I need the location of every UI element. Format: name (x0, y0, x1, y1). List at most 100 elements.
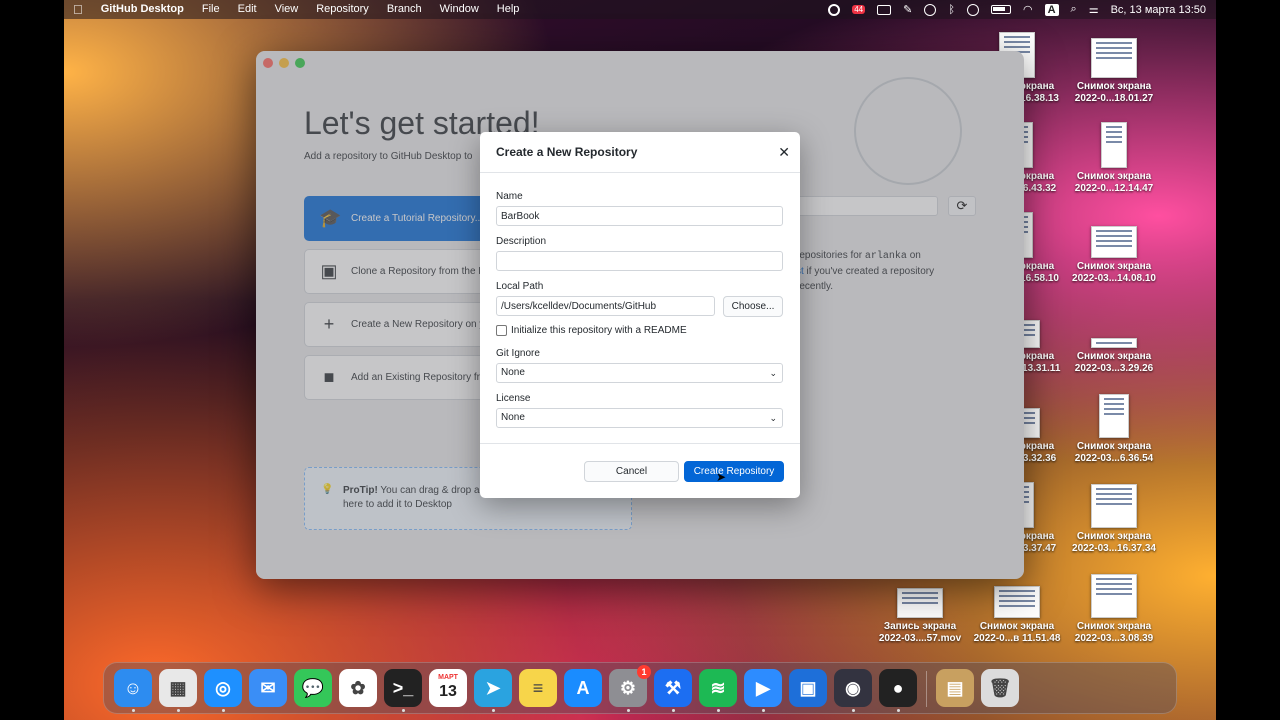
screenshot-thumbnail-icon (994, 586, 1040, 618)
running-indicator (897, 709, 900, 712)
photos-icon[interactable]: ✿ (339, 669, 377, 707)
running-indicator (132, 709, 135, 712)
running-indicator (627, 709, 630, 712)
gitignore-value: None (501, 367, 525, 378)
record-icon[interactable] (828, 3, 841, 16)
calendar-month: МАРТ (438, 674, 458, 681)
cancel-button[interactable]: Cancel (584, 461, 679, 482)
menu-repository[interactable]: Repository (307, 0, 378, 19)
gitignore-select[interactable]: None ⌄ (496, 363, 783, 383)
menu-file[interactable]: File (193, 0, 229, 19)
close-icon[interactable]: ✕ (778, 144, 790, 161)
mouse-cursor-icon: ➤ (716, 470, 727, 484)
badge-app-icon[interactable]: 44 (852, 5, 866, 14)
menu-branch[interactable]: Branch (378, 0, 431, 19)
name-input[interactable] (496, 206, 783, 226)
wifi-icon[interactable]: ◠ (1023, 3, 1033, 16)
running-indicator (762, 709, 765, 712)
chevron-down-icon: ⌄ (769, 368, 777, 378)
desktop-file-name: Снимок экрана (1076, 351, 1152, 362)
xcode-icon[interactable]: ⚒ (654, 669, 692, 707)
running-indicator (492, 709, 495, 712)
readme-checkbox[interactable] (496, 325, 507, 336)
trash-icon[interactable]: 🗑 (981, 669, 1019, 707)
notes-icon[interactable]: ≡ (519, 669, 557, 707)
screenshot-thumbnail-icon (897, 588, 943, 618)
safari-icon[interactable]: ◎ (204, 669, 242, 707)
desktop-file-date: 2022-0...18.01.27 (1074, 93, 1154, 104)
archive-utility-icon[interactable]: ▤ (936, 669, 974, 707)
clock[interactable]: Вс, 13 марта 13:50 (1111, 4, 1206, 16)
terminal-icon[interactable]: >_ (384, 669, 422, 707)
zoom-icon[interactable]: ▶ (744, 669, 782, 707)
app-store-icon[interactable]: A (564, 669, 602, 707)
mail-icon[interactable]: ✉ (249, 669, 287, 707)
desktop-file-date: 2022-03...14.08.10 (1072, 273, 1156, 284)
spotify-icon[interactable]: ≋ (699, 669, 737, 707)
desktop-file-icon[interactable]: Снимок экрана 2022-03...3.08.39 (1065, 570, 1163, 645)
screenshot-thumbnail-icon (1091, 226, 1137, 258)
license-select[interactable]: None ⌄ (496, 408, 783, 428)
readme-option: Initialize this repository with a README (496, 325, 687, 336)
messages-icon[interactable]: 💬 (294, 669, 332, 707)
desktop-file-date: 2022-03...3.29.26 (1074, 363, 1154, 374)
apple-menu-icon[interactable]:  (64, 0, 92, 19)
desktop-file-icon[interactable]: Снимок экрана 2022-03...16.37.34 (1065, 480, 1163, 555)
menu-bar:  GitHub Desktop File Edit View Reposito… (64, 0, 1216, 19)
desktop-file-name: Снимок экрана (1076, 261, 1152, 272)
battery-icon[interactable] (990, 5, 1011, 14)
running-indicator (852, 709, 855, 712)
zoom-menu-icon[interactable] (877, 4, 892, 15)
screenshot-thumbnail-icon (1091, 574, 1137, 618)
menu-app-name[interactable]: GitHub Desktop (92, 0, 193, 19)
finder-icon[interactable]: ☺ (114, 669, 152, 707)
choose-button[interactable]: Choose... (723, 296, 783, 317)
desktop-file-icon[interactable]: Снимок экрана 2022-03...6.36.54 (1065, 390, 1163, 465)
keynote-icon[interactable]: ▣ (789, 669, 827, 707)
desktop-file-icon[interactable]: Снимок экрана 2022-0...12.14.47 (1065, 120, 1163, 195)
create-repository-button[interactable]: Create Repository (684, 461, 784, 482)
desktop-file-icon[interactable]: Снимок экрана 2022-03...14.08.10 (1065, 210, 1163, 285)
desktop-file-icon[interactable]: Снимок экрана 2022-0...18.01.27 (1065, 30, 1163, 105)
desktop-file-date: 2022-0...12.14.47 (1074, 183, 1154, 194)
description-input[interactable] (496, 251, 783, 271)
description-label: Description (496, 236, 547, 247)
bluetooth-icon[interactable]: ᛒ (948, 4, 955, 16)
running-indicator (222, 709, 225, 712)
pen-icon[interactable]: ✎ (903, 3, 912, 16)
desktop-file-date: 2022-03...6.36.54 (1074, 453, 1154, 464)
running-indicator (672, 709, 675, 712)
dock-separator (926, 671, 927, 707)
desktop-file-icon[interactable]: Снимок экрана 2022-0...в 11.51.48 (968, 570, 1066, 645)
desktop-file-name: Снимок экрана (1076, 441, 1152, 452)
chevron-down-icon: ⌄ (769, 413, 777, 423)
notification-badge: 1 (637, 665, 651, 679)
dock: ☺ ▦ ◎ ✉ 💬 ✿ >_ МАРТ 13 ➤ ≡ A ⚙ 1 ⚒ ≋ ▶ ▣ ◉ ● ▤ 🗑 (103, 662, 1177, 714)
play-icon[interactable] (924, 3, 937, 16)
menu-window[interactable]: Window (431, 0, 488, 19)
create-repository-dialog: Create a New Repository ✕ Name Descripti… (480, 132, 800, 498)
license-label: License (496, 393, 531, 404)
menu-help[interactable]: Help (488, 0, 529, 19)
launchpad-icon[interactable]: ▦ (159, 669, 197, 707)
local-path-input[interactable] (496, 296, 715, 316)
desktop-file-icon[interactable]: Запись экрана 2022-03....57.mov (871, 570, 969, 645)
screenshot-thumbnail-icon (1091, 484, 1137, 528)
menu-edit[interactable]: Edit (229, 0, 266, 19)
desktop-file-name: Снимок экрана (1076, 531, 1152, 542)
screenshot-thumbnail-icon (1091, 38, 1137, 78)
github-desktop-icon[interactable]: ● (879, 669, 917, 707)
local-path-label: Local Path (496, 281, 544, 292)
spotlight-icon[interactable]: ⌕ (1071, 3, 1077, 16)
input-source-icon[interactable]: A (1044, 3, 1059, 16)
user-icon[interactable] (966, 3, 979, 16)
running-indicator (402, 709, 405, 712)
desktop-file-icon[interactable]: Снимок экрана 2022-03...3.29.26 (1065, 300, 1163, 375)
menu-view[interactable]: View (266, 0, 308, 19)
control-center-icon[interactable]: ⚌ (1089, 3, 1099, 16)
telegram-icon[interactable]: ➤ (474, 669, 512, 707)
calendar-icon[interactable]: МАРТ 13 (429, 669, 467, 707)
system-preferences-icon[interactable]: ⚙ 1 (609, 665, 651, 707)
quicktime-icon[interactable]: ◉ (834, 669, 872, 707)
readme-label: Initialize this repository with a README (511, 325, 687, 336)
